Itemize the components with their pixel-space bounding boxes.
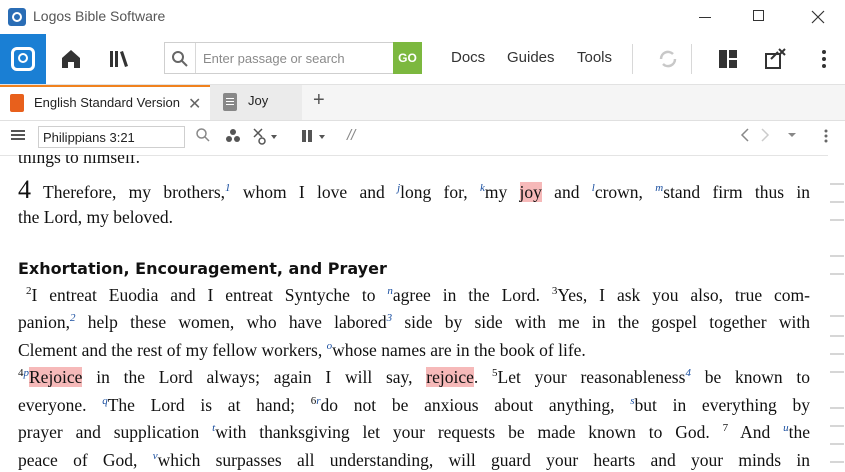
- tab-bar: English Standard Version ✕ Joy +: [0, 85, 845, 121]
- verse-line: Clement and the rest of my fellow worker…: [18, 340, 586, 360]
- verse-line: peace of God, vwhich surpasses all under…: [18, 450, 810, 470]
- scroll-tick: [830, 201, 844, 203]
- tools-menu[interactable]: Tools: [577, 49, 612, 66]
- cut-off-line: things to himself.: [18, 155, 141, 167]
- go-button[interactable]: GO: [393, 42, 422, 74]
- verse-line: panion,2 help these women, who have labo…: [18, 312, 810, 332]
- logos-home-icon[interactable]: [0, 34, 46, 84]
- guides-menu[interactable]: Guides: [507, 49, 555, 66]
- maximize-button[interactable]: [736, 0, 782, 34]
- scroll-tick: [830, 443, 844, 445]
- tab-label: Joy: [248, 93, 269, 108]
- parallel-icon[interactable]: [300, 127, 326, 149]
- highlighted-word[interactable]: rejoice: [426, 367, 474, 387]
- verse-line: 4 Therefore, my brothers,1 whom I love a…: [18, 175, 810, 204]
- add-tab-icon[interactable]: +: [313, 89, 325, 112]
- toolbar-divider: [632, 44, 633, 74]
- verse-line: prayer and supplication twith thanksgivi…: [18, 422, 810, 442]
- close-tab-icon[interactable]: ✕: [188, 94, 201, 114]
- scroll-tick: [830, 461, 844, 463]
- bible-reader: things to himself. 4 Therefore, my broth…: [0, 155, 828, 472]
- search-separator: [195, 43, 196, 73]
- interlinear-icon[interactable]: [252, 127, 278, 149]
- tab-esv[interactable]: English Standard Version ✕: [0, 85, 210, 120]
- scroll-tick: [830, 315, 844, 317]
- verse-line: the Lord, my beloved.: [18, 207, 174, 227]
- library-icon[interactable]: [108, 47, 132, 71]
- chapter-number: 4: [18, 175, 31, 204]
- section-heading: Exhortation, Encouragement, and Prayer: [18, 259, 387, 278]
- main-toolbar: GO Docs Guides Tools: [0, 34, 845, 85]
- scroll-tick: [830, 371, 844, 373]
- reader-scrollbar[interactable]: [828, 155, 845, 472]
- highlighted-word[interactable]: Rejoice: [29, 367, 83, 387]
- scroll-tick: [830, 407, 844, 409]
- back-icon[interactable]: [738, 127, 752, 147]
- search-icon[interactable]: [171, 50, 189, 73]
- document-icon: [223, 93, 237, 111]
- annotation-icon[interactable]: //: [347, 127, 355, 144]
- logos-app-icon: [8, 8, 26, 26]
- forward-icon[interactable]: [758, 127, 772, 147]
- close-window-button[interactable]: [795, 0, 841, 34]
- layout-icon[interactable]: [716, 47, 740, 71]
- scroll-tick: [830, 255, 844, 257]
- minimize-button[interactable]: [682, 0, 728, 34]
- tab-joy[interactable]: Joy: [210, 85, 302, 120]
- scroll-tick: [830, 219, 844, 221]
- home-icon[interactable]: [59, 47, 83, 71]
- title-bar: Logos Bible Software: [0, 0, 845, 34]
- visual-filters-icon[interactable]: [224, 127, 242, 149]
- scroll-tick: [830, 335, 844, 337]
- more-icon[interactable]: [812, 47, 836, 71]
- search-box: [164, 42, 422, 74]
- verse-line: 2I entreat Euodia and I entreat Syntyche…: [26, 285, 810, 305]
- resource-toolbar: //: [0, 121, 845, 156]
- window-title: Logos Bible Software: [33, 8, 166, 24]
- sync-icon[interactable]: [656, 47, 680, 71]
- verse-line: 4pRejoice in the Lord always; again I wi…: [18, 367, 810, 387]
- toolbar-divider: [691, 44, 692, 74]
- highlighted-word[interactable]: joy: [519, 182, 542, 202]
- scroll-tick: [830, 353, 844, 355]
- reference-input[interactable]: [38, 126, 185, 148]
- search-input[interactable]: [203, 48, 393, 68]
- tab-label: English Standard Version: [34, 95, 180, 110]
- history-icon[interactable]: [786, 127, 798, 147]
- scroll-tick: [830, 425, 844, 427]
- crossref-marker[interactable]: m: [655, 182, 663, 194]
- verse-line: everyone. qThe Lord is at hand; 6rdo not…: [18, 395, 810, 415]
- close-panel-icon[interactable]: [763, 47, 787, 71]
- hamburger-icon[interactable]: [10, 127, 26, 147]
- scroll-tick: [830, 273, 844, 275]
- scroll-tick: [830, 183, 844, 185]
- panel-menu-icon[interactable]: [820, 127, 832, 149]
- resource-search-icon[interactable]: [195, 127, 211, 147]
- docs-menu[interactable]: Docs: [451, 49, 485, 66]
- esv-book-icon: [10, 94, 24, 112]
